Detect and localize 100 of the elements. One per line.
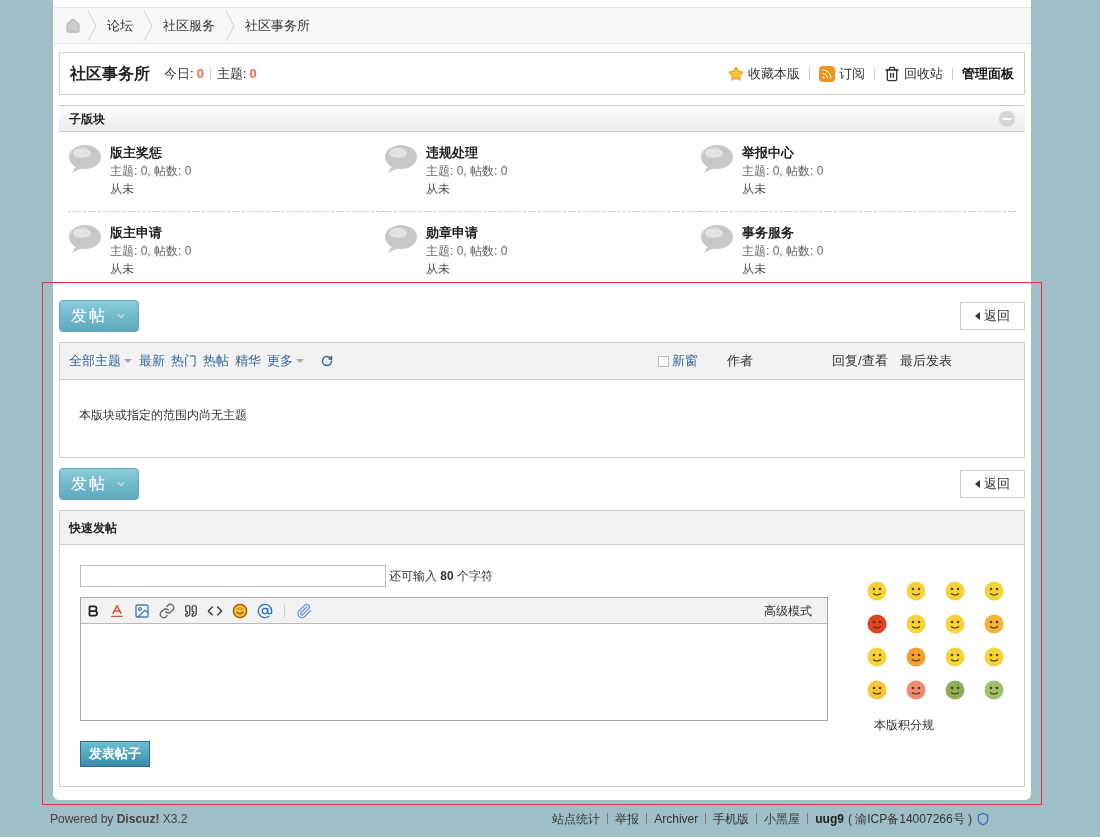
subforum-stats: 主题: 0, 帖数: 0 <box>742 163 824 180</box>
powered-by-text: Powered by Discuz! X3.2 <box>50 810 188 828</box>
action-link[interactable]: 订阅 <box>819 63 865 84</box>
caret-left-icon <box>975 312 980 320</box>
footer-link[interactable]: 举报 <box>615 809 640 828</box>
checkbox-label[interactable]: 新窗 <box>672 351 698 371</box>
smiley-icon[interactable] <box>945 680 965 700</box>
smiley-icon[interactable] <box>232 602 248 619</box>
text-color-icon[interactable] <box>109 602 125 619</box>
filter-link[interactable]: 全部主题 <box>69 351 133 371</box>
subforum-last-post: 从未 <box>110 261 135 278</box>
icp-link[interactable]: ( 渝ICP备14007266号 ) <box>847 809 972 828</box>
empty-message: 本版块或指定的范围内尚无主题 <box>78 407 248 424</box>
section-title: 子版块 <box>69 110 105 128</box>
smiley-icon[interactable] <box>984 680 1004 700</box>
trash-icon <box>884 65 900 82</box>
subforum-stats: 主题: 0, 帖数: 0 <box>426 163 508 180</box>
subforum-last-post: 从未 <box>742 261 767 278</box>
subforum-last-post: 从未 <box>742 181 767 198</box>
subforum-link[interactable]: 事务服务 <box>742 224 824 242</box>
speech-bubble-icon <box>700 224 734 254</box>
quote-icon[interactable] <box>184 603 198 618</box>
refresh-icon[interactable] <box>321 355 333 367</box>
star-icon <box>728 65 744 82</box>
action-link[interactable]: 收藏本版 <box>728 63 800 84</box>
subforum-link[interactable]: 举报中心 <box>742 144 824 162</box>
subforum-last-post: 从未 <box>426 261 451 278</box>
caret-icon <box>123 358 133 364</box>
breadcrumb-separator-icon <box>225 10 235 41</box>
section-title: 快速发帖 <box>69 519 117 537</box>
breadcrumb-separator-icon <box>87 10 97 41</box>
footer-link[interactable]: 站点统计 <box>552 809 601 828</box>
footer-link[interactable]: Archiver <box>654 809 699 828</box>
username-link[interactable]: uug9 <box>815 809 844 828</box>
smiley-icon[interactable] <box>906 647 926 667</box>
image-icon[interactable] <box>134 602 150 619</box>
smiley-icon[interactable] <box>984 647 1004 667</box>
smiley-icon[interactable] <box>906 581 926 601</box>
subforum-link[interactable]: 版主奖惩 <box>110 144 192 162</box>
speech-bubble-icon <box>700 144 734 174</box>
column-header: 回复/查看 <box>832 352 889 371</box>
rules-link[interactable]: 本版积分规 <box>874 716 934 734</box>
footer-link[interactable]: 手机版 <box>713 809 750 828</box>
subforum-last-post: 从未 <box>110 181 135 198</box>
filter-link[interactable]: 热帖 <box>203 351 229 371</box>
filter-link[interactable]: 最新 <box>139 351 165 371</box>
breadcrumb-link[interactable]: 社区服务 <box>153 15 225 36</box>
subforum-last-post: 从未 <box>426 181 451 198</box>
smiley-icon[interactable] <box>867 581 887 601</box>
advanced-mode-link[interactable]: 高级模式 <box>764 601 813 620</box>
stat-label: 主题: <box>216 64 247 83</box>
back-button[interactable]: 返回 <box>960 302 1025 330</box>
footer-link[interactable]: 小黑屋 <box>764 809 801 828</box>
editor[interactable]: 高级模式 <box>80 597 829 721</box>
breadcrumb-link[interactable]: 社区事务所 <box>235 15 320 36</box>
smiley-icon[interactable] <box>867 614 887 634</box>
bold-icon[interactable] <box>86 603 100 618</box>
subforum-stats: 主题: 0, 帖数: 0 <box>742 243 824 260</box>
caret-left-icon <box>975 480 980 488</box>
shield-icon <box>976 811 990 826</box>
smiley-icon[interactable] <box>984 614 1004 634</box>
smiley-icon[interactable] <box>945 614 965 634</box>
forum-title: 社区事务所 <box>70 63 150 84</box>
speech-bubble-icon <box>384 224 418 254</box>
subforum-link[interactable]: 勋章申请 <box>426 224 508 242</box>
subforum-stats: 主题: 0, 帖数: 0 <box>426 243 508 260</box>
filter-link[interactable]: 精华 <box>235 351 261 371</box>
subject-field[interactable] <box>80 565 386 587</box>
smiley-icon[interactable] <box>945 647 965 667</box>
smiley-icon[interactable] <box>906 680 926 700</box>
speech-bubble-icon <box>384 144 418 174</box>
stat-label: 今日: <box>164 64 194 83</box>
column-header: 最后发表 <box>900 352 953 371</box>
smiley-icon[interactable] <box>867 680 887 700</box>
manage-link[interactable]: 管理面板 <box>962 63 1014 84</box>
action-link[interactable]: 回收站 <box>884 63 943 84</box>
smiley-icon[interactable] <box>984 581 1004 601</box>
subforum-stats: 主题: 0, 帖数: 0 <box>110 163 192 180</box>
column-header: 作者 <box>727 352 754 371</box>
paperclip-icon[interactable] <box>296 602 312 619</box>
checkbox[interactable] <box>658 355 669 367</box>
rss-icon <box>819 65 835 82</box>
smiley-icon[interactable] <box>867 647 887 667</box>
filter-link[interactable]: 更多 <box>267 351 305 371</box>
subforum-link[interactable]: 违规处理 <box>426 144 508 162</box>
breadcrumb-link[interactable]: 论坛 <box>97 15 143 36</box>
stat-value: 0 <box>196 64 204 83</box>
subforum-stats: 主题: 0, 帖数: 0 <box>110 243 192 260</box>
back-button[interactable]: 返回 <box>960 470 1025 498</box>
filter-link[interactable]: 热门 <box>171 351 197 371</box>
caret-icon <box>295 358 305 364</box>
speech-bubble-icon <box>68 224 102 254</box>
smiley-icon[interactable] <box>945 581 965 601</box>
character-counter: 还可输入 80 个字符 <box>389 568 494 585</box>
link-icon[interactable] <box>159 602 175 619</box>
speech-bubble-icon <box>68 144 102 174</box>
breadcrumb-separator-icon <box>143 10 153 41</box>
subforum-link[interactable]: 版主申请 <box>110 224 192 242</box>
smiley-icon[interactable] <box>906 614 926 634</box>
at-sign-icon[interactable] <box>257 602 273 619</box>
